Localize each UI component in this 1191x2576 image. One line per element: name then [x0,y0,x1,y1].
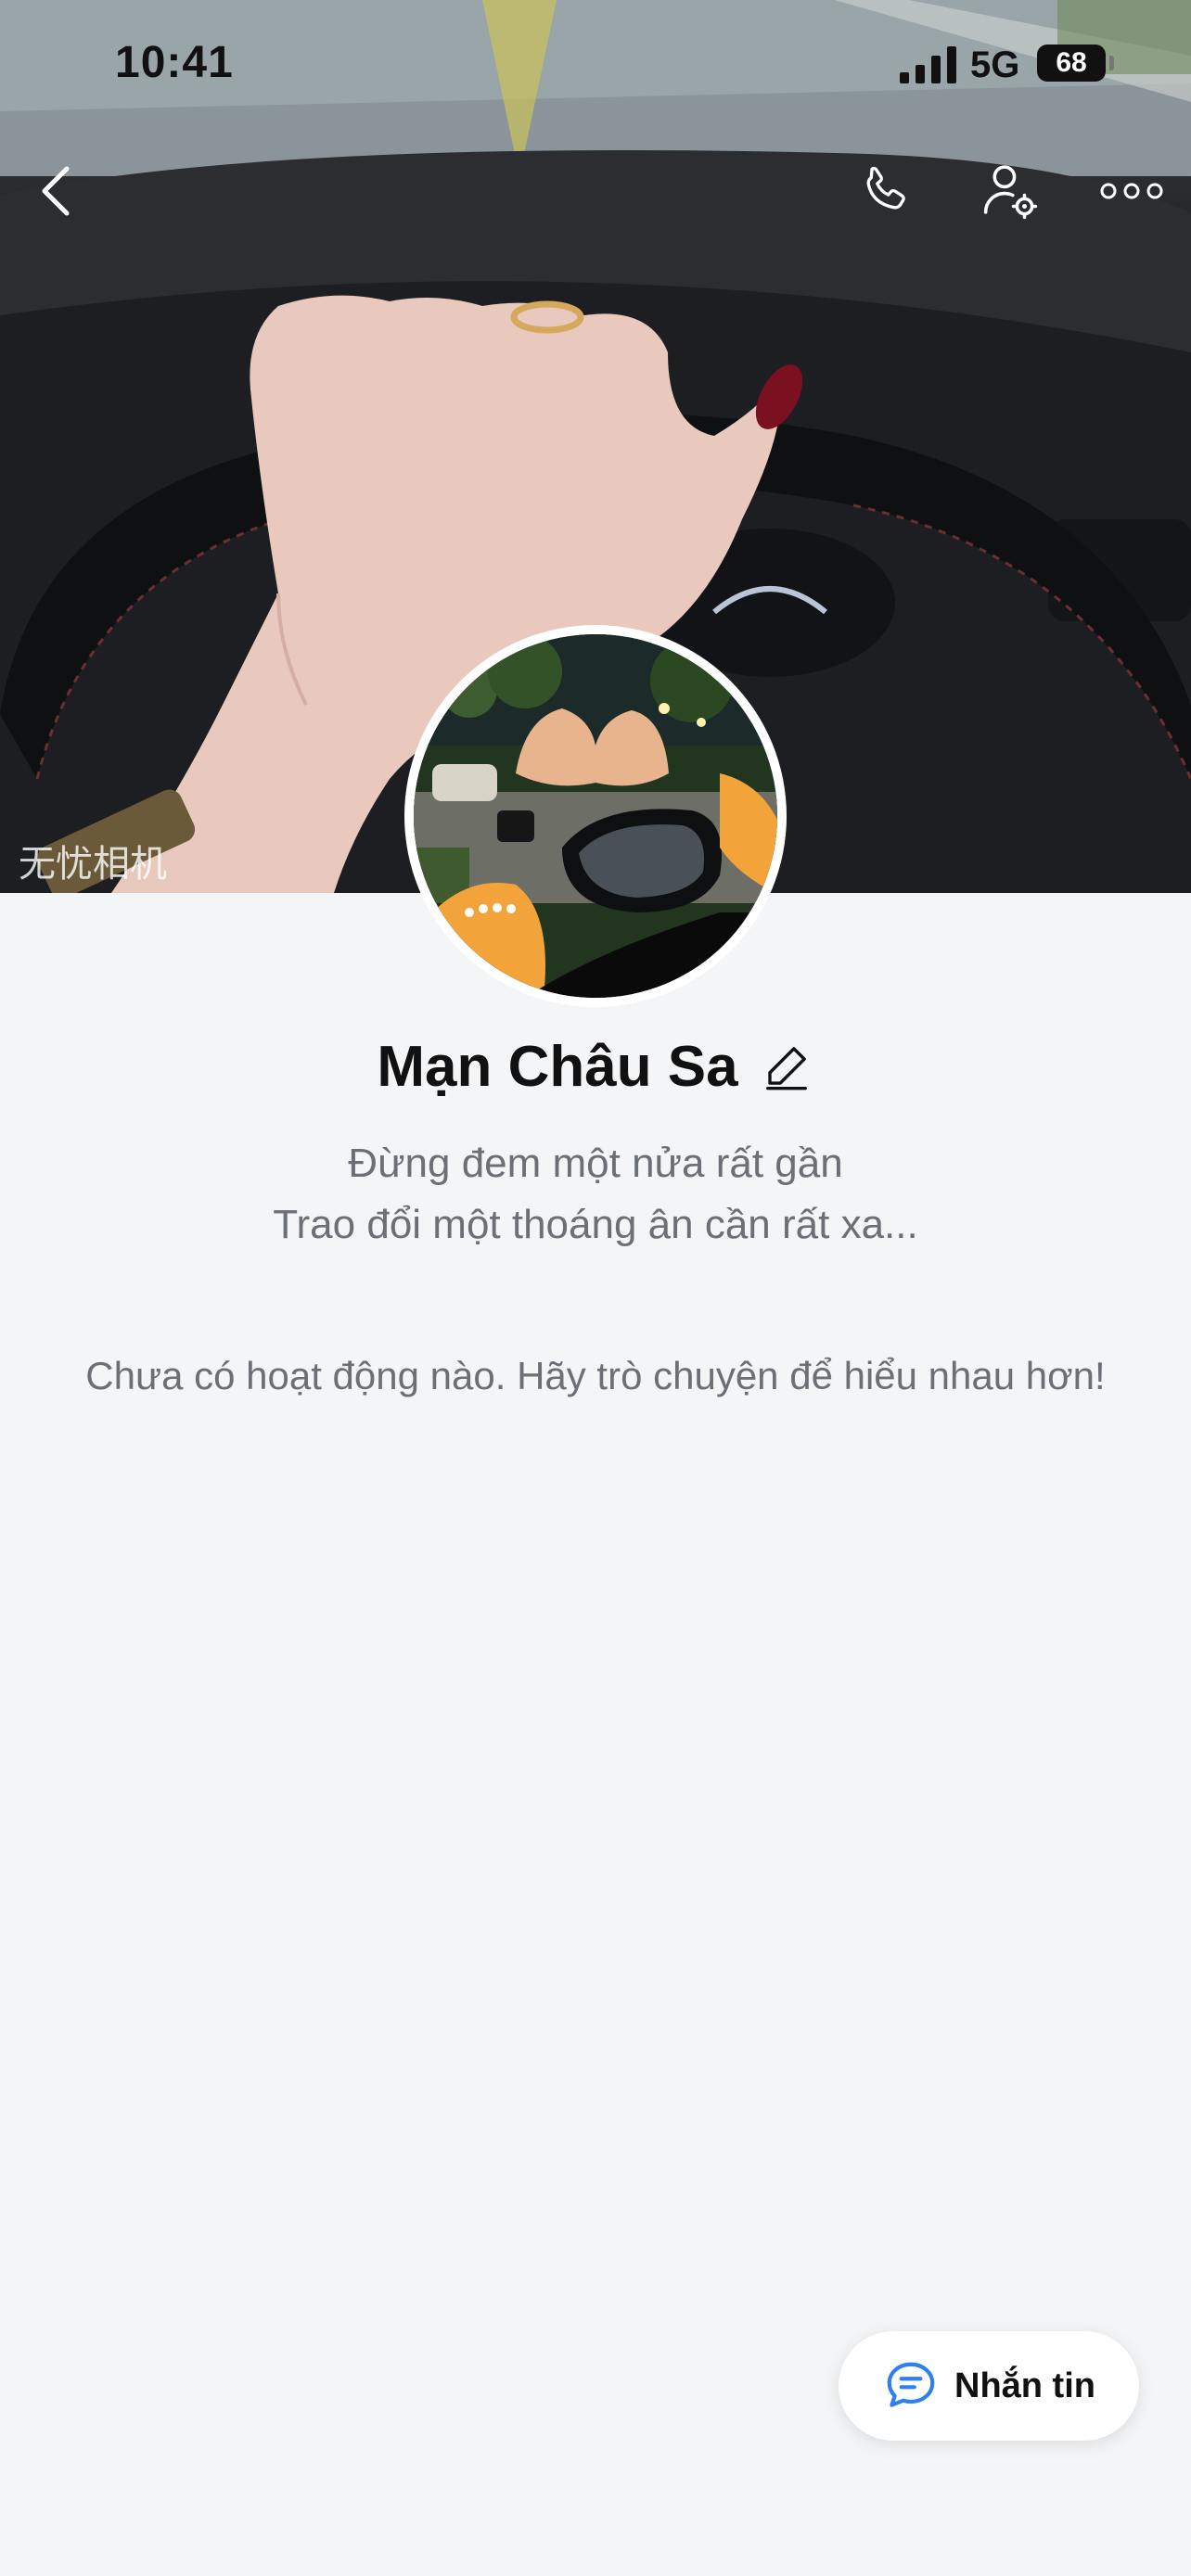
edit-name-button[interactable] [759,1039,814,1094]
battery-indicator: 68 [1037,45,1106,82]
message-button[interactable]: Nhắn tin [839,2331,1139,2441]
bio-line-2: Trao đổi một thoáng ân cần rất xa... [273,1202,918,1247]
avatar-frame[interactable] [404,625,787,1007]
avatar-image [414,634,777,998]
call-button[interactable] [848,154,922,228]
cover-watermark: 无忧相机 [19,843,167,886]
empty-activity-message: Chưa có hoạt động nào. Hãy trò chuyện để… [85,1354,1106,1397]
more-button[interactable] [1095,154,1169,228]
profile-bio: Đừng đem một nửa rất gần Trao đổi một th… [0,1133,1191,1256]
user-settings-icon [983,165,1038,220]
more-dots-icon [1100,183,1163,199]
status-time: 10:41 [115,38,234,87]
profile-name-row: Mạn Châu Sa [0,1029,1191,1103]
profile-name: Mạn Châu Sa [377,1034,738,1099]
phone-icon [866,166,905,210]
signal-icon [900,46,956,83]
chevron-left-icon [42,166,70,216]
battery-tip [1109,56,1114,70]
message-button-label: Nhắn tin [954,2366,1095,2405]
avatar [414,634,777,998]
bio-line-1: Đừng đem một nửa rất gần [348,1141,843,1186]
pencil-icon [765,1047,807,1090]
status-bar: 10:41 5G 68 [0,0,1191,139]
chat-bubble-icon [887,2362,935,2407]
profile-settings-button[interactable] [972,154,1046,228]
back-button[interactable] [19,154,93,228]
network-type: 5G [970,45,1020,85]
